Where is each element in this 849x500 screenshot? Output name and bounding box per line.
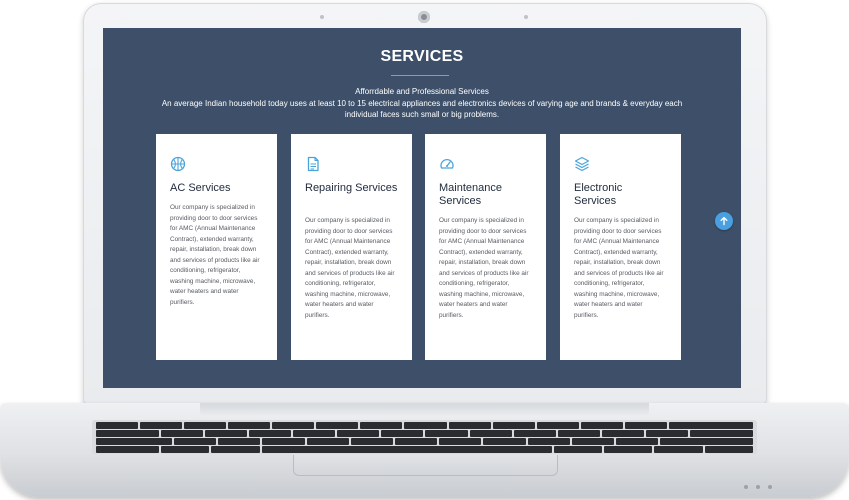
card-description: Our company is specialized in providing …: [170, 204, 260, 306]
section-subtitle: Afforrdable and Professional Services: [355, 87, 489, 96]
service-card-maintenance[interactable]: Maintenance Services Our company is spec…: [425, 134, 546, 360]
scroll-to-top-button[interactable]: [715, 212, 733, 230]
card-description: Our company is specialized in providing …: [439, 217, 529, 319]
basketball-icon: [170, 156, 186, 172]
keyboard: [92, 420, 757, 454]
trackpad: [293, 455, 558, 476]
card-description: Our company is specialized in providing …: [305, 217, 395, 319]
service-card-repairing[interactable]: Repairing Services Our company is specia…: [291, 134, 412, 360]
laptop-screen: SERVICES Afforrdable and Professional Se…: [103, 28, 741, 388]
section-intro: An average Indian household today uses a…: [161, 99, 683, 119]
card-title: Electronic Services: [574, 182, 623, 207]
service-cards: AC Services Our company is specialized i…: [156, 134, 690, 360]
card-title: Maintenance Services: [439, 182, 502, 207]
webcam-icon: [418, 11, 430, 23]
section-title: SERVICES: [380, 48, 464, 65]
card-title: Repairing Services: [305, 182, 398, 194]
service-card-electronic[interactable]: Electronic Services Our company is speci…: [560, 134, 681, 360]
arrow-up-icon: [720, 216, 728, 226]
card-description: Our company is specialized in providing …: [574, 217, 664, 319]
service-card-ac[interactable]: AC Services Our company is specialized i…: [156, 134, 277, 360]
card-title: AC Services: [170, 182, 231, 194]
laptop-hinge: [200, 403, 649, 417]
title-underline: [391, 75, 449, 76]
indicator-dot: [768, 485, 772, 489]
sensor-dot: [524, 15, 528, 19]
gauge-icon: [440, 158, 454, 169]
indicator-dot: [756, 485, 760, 489]
sensor-dot: [320, 15, 324, 19]
indicator-dot: [744, 485, 748, 489]
layers-icon: [574, 156, 590, 172]
document-icon: [307, 156, 319, 172]
